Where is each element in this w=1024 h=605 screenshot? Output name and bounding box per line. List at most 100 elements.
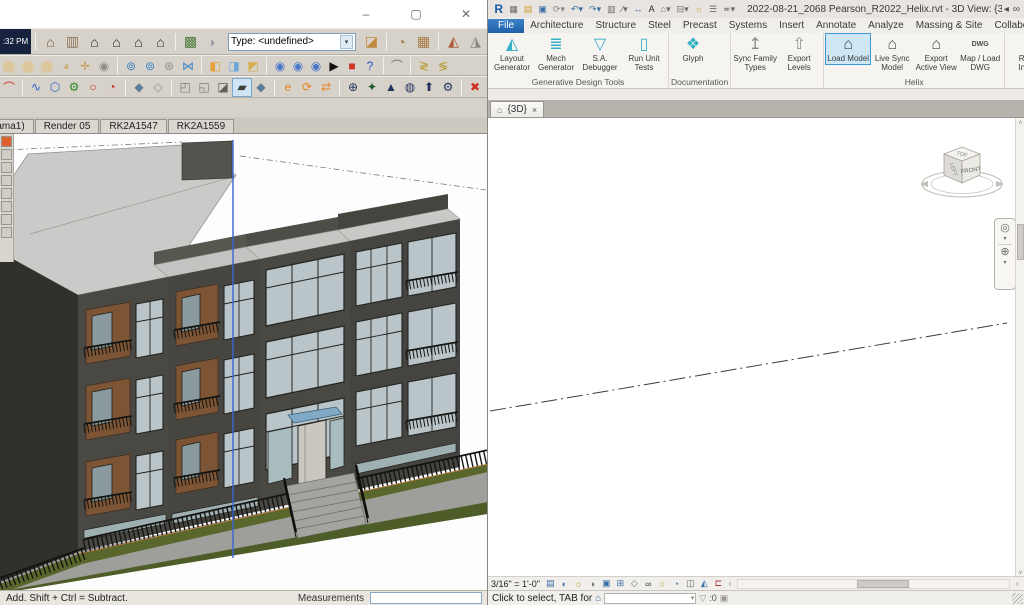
text-icon[interactable]: A (647, 4, 657, 14)
warehouse-icon[interactable]: ⌂ (150, 31, 171, 52)
unlock-3d-icon[interactable]: ◇ (628, 578, 641, 589)
sun-icon[interactable]: ☼ (693, 4, 705, 14)
sync-family-types-button[interactable]: ↥Sync Family Types (733, 34, 777, 73)
box-left-icon[interactable]: ◰ (176, 79, 194, 96)
section-icon[interactable]: ⊟▾ (675, 4, 691, 15)
sun-path-icon[interactable]: ☼ (572, 579, 585, 589)
tab-precast[interactable]: Precast (677, 19, 723, 33)
purge-icon[interactable]: ✖ (466, 79, 484, 96)
tab-analyze[interactable]: Analyze (862, 19, 910, 33)
settings-gear-icon[interactable]: ⚙ (439, 79, 457, 96)
reveal-hidden-icon[interactable]: ○ (656, 579, 669, 589)
filter-icon[interactable]: ▽ (699, 593, 706, 604)
redo-icon[interactable]: ↷▾ (587, 4, 603, 15)
export-e-icon[interactable]: e (279, 79, 297, 96)
print-icon[interactable]: ▥ (605, 4, 618, 15)
collapse-icon[interactable]: ‹ (726, 579, 734, 588)
type-dropdown[interactable]: Type: <undefined> ▾ (228, 33, 356, 51)
view-tab-3d[interactable]: ⌂ {3D} × (490, 101, 544, 117)
tab-structure[interactable]: Structure (589, 19, 642, 33)
skin-tool3-icon[interactable]: ◉ (307, 57, 325, 74)
tab-steel[interactable]: Steel (642, 19, 677, 33)
minimize-icon[interactable]: – (358, 7, 374, 21)
circle-tool-icon[interactable]: ○ (84, 79, 102, 96)
resize-grip[interactable] (1012, 593, 1023, 604)
open-icon[interactable]: ▤ (522, 4, 535, 15)
box-solid-icon[interactable]: ◪ (214, 79, 232, 96)
thin-lines-icon[interactable]: ☰ (707, 4, 719, 15)
vertical-scrollbar-thumb[interactable] (1017, 224, 1024, 260)
infocenter-back-icon[interactable]: ◂ (1004, 4, 1009, 15)
tab-insert[interactable]: Insert (773, 19, 810, 33)
sandbox-scratch-icon[interactable]: ▦ (413, 31, 434, 52)
close-icon[interactable]: ✕ (458, 7, 474, 21)
chevron-down-icon[interactable]: ▾ (1003, 236, 1006, 242)
close-view-icon[interactable]: × (532, 105, 537, 115)
stop-icon[interactable]: ■ (343, 57, 361, 74)
hatchet-s-icon[interactable]: ≶ (434, 57, 452, 74)
add-location-icon[interactable]: ⊕ (344, 79, 362, 96)
aligned-dimension-icon[interactable]: ↔ (632, 4, 645, 14)
rotate-icon[interactable]: ⊚ (141, 57, 159, 74)
viewcube[interactable]: TOP LEFT FRONT (916, 140, 1008, 204)
scene-tab-rk2a1547[interactable]: RK2A1547 (100, 119, 166, 133)
steering-wheel-icon[interactable]: ◎ (1000, 223, 1010, 234)
show-crop-icon[interactable]: ⊞ (614, 578, 627, 589)
skin-tool2-icon[interactable]: ◉ (289, 57, 307, 74)
front-box-icon[interactable]: ◩ (244, 57, 262, 74)
live-sync-model-button[interactable]: ⌂Live Sync Model (870, 34, 914, 73)
paint-house-icon[interactable]: ⌂ (40, 31, 61, 52)
chevron-down-icon[interactable]: ▾ (1003, 260, 1006, 266)
tray-tool-2[interactable] (1, 149, 12, 160)
crop-view-icon[interactable]: ▣ (600, 578, 613, 589)
tray-tool-1[interactable] (1, 136, 12, 147)
material-ball-icon[interactable]: ◍ (401, 79, 419, 96)
bezier-icon[interactable]: ∿ (27, 79, 45, 96)
tray-tool-3[interactable] (1, 162, 12, 173)
search-icon[interactable]: ∞ (1013, 4, 1020, 15)
transfer-icon[interactable]: ⇄ (317, 79, 335, 96)
default-3d-view-icon[interactable]: ⌂▾ (659, 4, 673, 15)
undo-icon[interactable]: ↶▾ (569, 4, 585, 15)
lock-orbit-icon[interactable]: ◉ (95, 57, 113, 74)
tab-file[interactable]: File (488, 19, 524, 33)
reveal-constraints-icon[interactable]: ⊏ (712, 578, 725, 589)
scene-tab-rk2a1559[interactable]: RK2A1559 (168, 119, 234, 133)
pie-tool-icon[interactable]: ◔ (103, 79, 121, 96)
view-scale[interactable]: 3/16" = 1'-0" (491, 579, 540, 589)
scale-hands-icon[interactable]: ⊛ (160, 57, 178, 74)
curve-flip-icon[interactable]: ⌒ (388, 57, 406, 74)
polygon-icon[interactable]: ⬡ (46, 79, 64, 96)
orbit-icon[interactable]: ⬤ (0, 57, 18, 74)
horizontal-scrollbar-thumb[interactable] (857, 580, 909, 588)
worksharing-display-icon[interactable]: ◔ (670, 579, 683, 589)
tray-tool-5[interactable] (1, 188, 12, 199)
follow-me-icon[interactable]: ⊚ (122, 57, 140, 74)
layout-generator-button[interactable]: ◭Layout Generator (490, 34, 534, 73)
pan-ball-icon[interactable]: ⬤ (19, 57, 37, 74)
layers-box-icon[interactable]: ▰ (233, 79, 251, 96)
pull-box-icon[interactable]: ◇ (149, 79, 167, 96)
daylight-icon[interactable]: ▲ (382, 79, 400, 96)
revit-logo[interactable]: R (492, 2, 505, 16)
stamp-icon[interactable]: ◮ (465, 31, 486, 52)
workset-combobox[interactable]: ▾ (604, 593, 696, 604)
push-box-icon[interactable]: ◆ (130, 79, 148, 96)
skin-tool-icon[interactable]: ◉ (271, 57, 289, 74)
export-levels-button[interactable]: ⇧Export Levels (777, 34, 821, 73)
box-right-icon[interactable]: ◱ (195, 79, 213, 96)
mirror-icon[interactable]: ⋈ (179, 57, 197, 74)
component-box-icon[interactable]: ▥ (62, 31, 83, 52)
displaced-elements-icon[interactable]: ◭ (698, 578, 711, 589)
mech-generator-button[interactable]: ≣Mech Generator (534, 34, 578, 73)
house-new-icon[interactable]: ⌂ (106, 31, 127, 52)
export-active-view-button[interactable]: ⌂Export Active View (914, 34, 958, 73)
tab-annotate[interactable]: Annotate (810, 19, 862, 33)
refresh-icon[interactable]: ⟳ (298, 79, 316, 96)
hand-icon[interactable]: ✛ (76, 57, 94, 74)
run-unit-tests-button[interactable]: ▯Run Unit Tests (622, 34, 666, 73)
sketchup-viewport[interactable] (0, 133, 488, 590)
scene-tab-render-05[interactable]: Render 05 (35, 119, 100, 133)
hatchet-icon[interactable]: ≷ (415, 57, 433, 74)
play-icon[interactable]: ▶ (325, 57, 343, 74)
